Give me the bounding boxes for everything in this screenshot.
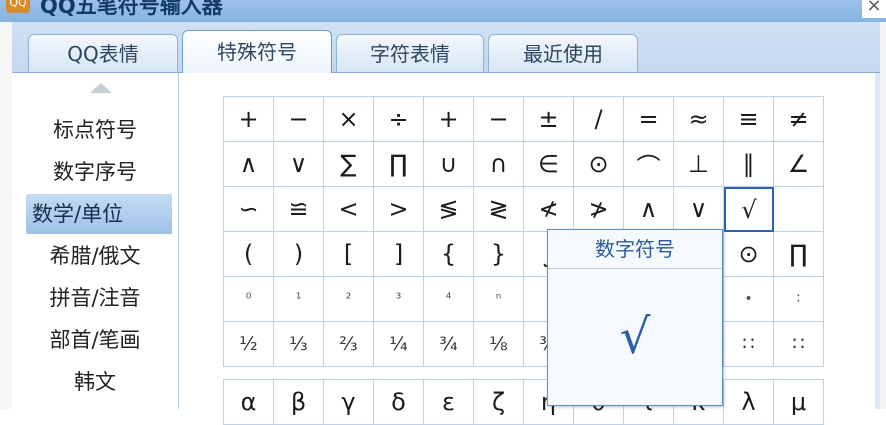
symbol-cell[interactable]: +	[224, 97, 274, 142]
symbol-cell[interactable]: >	[374, 187, 424, 232]
category-punctuation[interactable]: 标点符号	[12, 110, 178, 150]
symbol-cell[interactable]: •	[724, 277, 774, 322]
symbol-cell[interactable]	[774, 187, 824, 232]
symbol-cell[interactable]: ≷	[474, 187, 524, 232]
window-title: QQ五笔符号输入器	[40, 0, 223, 18]
symbol-cell[interactable]: }	[474, 232, 524, 277]
symbol-cell[interactable]: ⊙	[574, 142, 624, 187]
symbol-cell[interactable]: ∷	[774, 322, 824, 367]
symbol-grid: + − × ÷ + − ± ∕ = ≈ ≡ ≠ ∧ ∨ ∑ ∏ ∪ ∩ ∈ ⊙ ⌒ ⊥ ∥ ∠ ∽ ≌ < > ≶ ≷ ≮ ≯ ∧ ∨ √()[]{…	[223, 96, 824, 367]
symbol-cell[interactable]: ∨	[674, 187, 724, 232]
symbol-cell[interactable]: ∷	[724, 322, 774, 367]
symbol-cell[interactable]: ∏	[374, 142, 424, 187]
symbol-cell[interactable]: ⅔	[324, 322, 374, 367]
symbol-cell[interactable]: =	[624, 97, 674, 142]
symbol-cell[interactable]: ⁿ	[474, 277, 524, 322]
symbol-cell[interactable]: ¼	[374, 322, 424, 367]
symbol-cell[interactable]: ×	[324, 97, 374, 142]
symbol-cell[interactable]: ≯	[574, 187, 624, 232]
symbol-cell[interactable]: )	[274, 232, 324, 277]
category-sidebar: 标点符号 数字序号 数学/单位 希腊/俄文 拼音/注音 部首/笔画 韩文	[12, 73, 196, 409]
tooltip-title: 数字符号	[548, 230, 722, 269]
symbol-cell[interactable]: ≌	[274, 187, 324, 232]
symbol-input-window: QQ表情 特殊符号 字符表情 最近使用 标点符号 数字序号 数学/单位 希腊/俄…	[12, 22, 880, 425]
symbol-cell[interactable]: ∑	[324, 142, 374, 187]
symbol-cell[interactable]: ∧	[224, 142, 274, 187]
tooltip-symbol-preview: √	[619, 308, 651, 365]
symbol-cell[interactable]: α	[224, 380, 274, 425]
symbol-cell[interactable]: ∽	[224, 187, 274, 232]
tab-character-emoticons[interactable]: 字符表情	[336, 34, 484, 72]
symbol-cell[interactable]: ≶	[424, 187, 474, 232]
symbol-cell[interactable]: ⌒	[624, 142, 674, 187]
symbol-cell[interactable]: λ	[724, 380, 774, 425]
category-math-units-label: 数学/单位	[32, 202, 124, 226]
symbol-cell[interactable]: ≡	[724, 97, 774, 142]
symbol-cell[interactable]: ⁰	[224, 277, 274, 322]
scroll-up-arrow-icon[interactable]	[90, 83, 112, 93]
app-logo-icon: QQ	[6, 0, 30, 13]
symbol-cell[interactable]: ⅓	[274, 322, 324, 367]
symbol-cell[interactable]: ¾	[424, 322, 474, 367]
symbol-cell[interactable]: ∈	[524, 142, 574, 187]
symbol-cell[interactable]: ∏	[774, 232, 824, 277]
symbol-cell[interactable]: ∥	[724, 142, 774, 187]
category-pinyin-zhuyin[interactable]: 拼音/注音	[12, 278, 178, 318]
symbol-cell[interactable]: ∪	[424, 142, 474, 187]
symbol-cell[interactable]: ∧	[624, 187, 674, 232]
symbol-cell[interactable]: μ	[774, 380, 824, 425]
greek-symbol-grid: αβγδεζηθικλμ	[223, 379, 824, 425]
symbol-cell[interactable]: ⊙	[724, 232, 774, 277]
tab-bar: QQ表情 特殊符号 字符表情 最近使用	[12, 22, 880, 73]
symbol-cell[interactable]: ∠	[774, 142, 824, 187]
symbol-cell[interactable]: ≠	[774, 97, 824, 142]
tab-recently-used[interactable]: 最近使用	[488, 34, 638, 72]
close-button[interactable]: ×	[862, 0, 886, 18]
symbol-cell[interactable]: −	[274, 97, 324, 142]
symbol-cell[interactable]: <	[324, 187, 374, 232]
symbol-cell[interactable]: ≈	[674, 97, 724, 142]
tab-qq-emoticons[interactable]: QQ表情	[28, 34, 178, 72]
symbol-cell[interactable]: [	[324, 232, 374, 277]
symbol-cell[interactable]: +	[424, 97, 474, 142]
symbol-cell[interactable]: ²	[324, 277, 374, 322]
symbol-cell[interactable]: {	[424, 232, 474, 277]
symbol-panel: + − × ÷ + − ± ∕ = ≈ ≡ ≠ ∧ ∨ ∑ ∏ ∪ ∩ ∈ ⊙ ⌒ ⊥ ∥ ∠ ∽ ≌ < > ≶ ≷ ≮ ≯ ∧ ∨ √()[]{…	[178, 73, 875, 425]
symbol-preview-tooltip: 数字符号 √	[547, 229, 723, 406]
category-greek-russian[interactable]: 希腊/俄文	[12, 236, 178, 276]
symbol-cell[interactable]: ¹	[274, 277, 324, 322]
symbol-cell[interactable]: −	[474, 97, 524, 142]
symbol-cell[interactable]: ε	[424, 380, 474, 425]
symbol-cell[interactable]: γ	[324, 380, 374, 425]
symbol-cell[interactable]: δ	[374, 380, 424, 425]
symbol-cell[interactable]: ≮	[524, 187, 574, 232]
symbol-cell[interactable]: (	[224, 232, 274, 277]
symbol-cell[interactable]: β	[274, 380, 324, 425]
category-radicals-strokes[interactable]: 部首/笔画	[12, 320, 178, 360]
category-math-units[interactable]: 数学/单位	[26, 194, 196, 234]
symbol-cell[interactable]: ∕	[574, 97, 624, 142]
symbol-cell[interactable]: ⅛	[474, 322, 524, 367]
symbol-cell[interactable]: √	[724, 187, 774, 232]
category-number-sequence[interactable]: 数字序号	[12, 152, 178, 192]
title-bar: QQ QQ五笔符号输入器 ×	[0, 0, 886, 22]
background-window-edge-right	[880, 22, 886, 409]
tab-special-symbols[interactable]: 特殊符号	[182, 30, 332, 73]
symbol-cell[interactable]: ½	[224, 322, 274, 367]
symbol-cell[interactable]: ³	[374, 277, 424, 322]
symbol-cell[interactable]: ∶	[774, 277, 824, 322]
symbol-cell[interactable]: ⁴	[424, 277, 474, 322]
category-korean[interactable]: 韩文	[12, 362, 178, 402]
symbol-cell[interactable]: ⊥	[674, 142, 724, 187]
symbol-cell[interactable]: ]	[374, 232, 424, 277]
symbol-cell[interactable]: ±	[524, 97, 574, 142]
symbol-cell[interactable]: ζ	[474, 380, 524, 425]
symbol-cell[interactable]: ∩	[474, 142, 524, 187]
symbol-cell[interactable]: ∨	[274, 142, 324, 187]
symbol-cell[interactable]: ÷	[374, 97, 424, 142]
